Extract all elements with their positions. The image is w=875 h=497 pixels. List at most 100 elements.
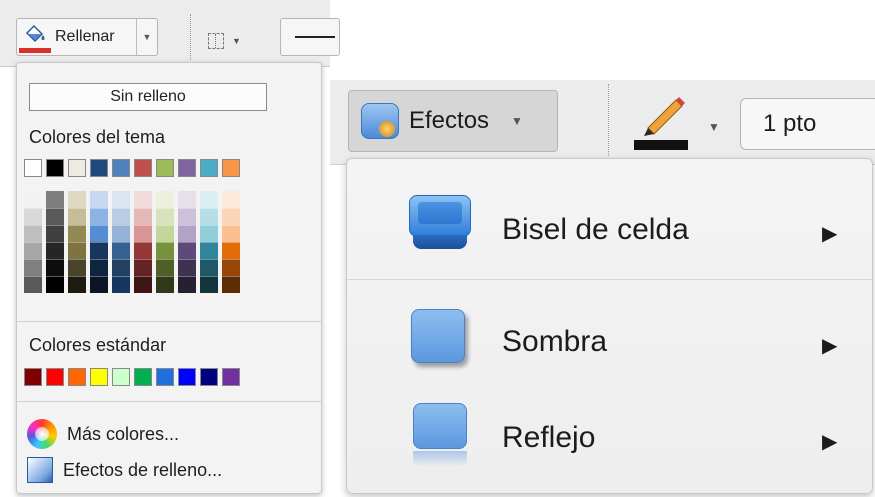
theme-shade-swatch[interactable] [134, 242, 152, 259]
theme-color-swatch[interactable] [24, 159, 42, 177]
theme-shade-swatch[interactable] [156, 225, 174, 242]
theme-shade-swatch[interactable] [90, 259, 108, 276]
theme-shade-swatch[interactable] [156, 191, 174, 208]
standard-color-swatch[interactable] [178, 368, 196, 386]
standard-color-swatch[interactable] [222, 368, 240, 386]
standard-color-swatch[interactable] [134, 368, 152, 386]
theme-shade-swatch[interactable] [90, 191, 108, 208]
theme-color-swatch[interactable] [112, 159, 130, 177]
theme-shade-swatch[interactable] [134, 225, 152, 242]
effects-button[interactable]: Efectos ▼ [348, 90, 558, 152]
theme-shade-swatch[interactable] [200, 276, 218, 293]
theme-shade-swatch[interactable] [24, 242, 42, 259]
theme-shade-swatch[interactable] [134, 276, 152, 293]
theme-shade-swatch[interactable] [156, 276, 174, 293]
fill-dropdown-arrow[interactable]: ▼ [136, 19, 157, 55]
theme-shade-swatch[interactable] [222, 242, 240, 259]
theme-shade-swatch[interactable] [200, 225, 218, 242]
standard-color-swatch[interactable] [112, 368, 130, 386]
standard-color-swatch[interactable] [68, 368, 86, 386]
theme-shade-swatch[interactable] [156, 259, 174, 276]
theme-shade-swatch[interactable] [112, 259, 130, 276]
theme-color-swatch[interactable] [134, 159, 152, 177]
theme-shade-swatch[interactable] [200, 191, 218, 208]
theme-shade-swatch[interactable] [112, 208, 130, 225]
theme-shade-swatch[interactable] [46, 242, 64, 259]
theme-shade-swatch[interactable] [112, 191, 130, 208]
theme-shade-column [68, 191, 86, 293]
fill-button[interactable]: Rellenar ▼ [16, 18, 158, 56]
theme-shade-swatch[interactable] [46, 276, 64, 293]
theme-shade-swatch[interactable] [24, 259, 42, 276]
theme-shade-swatch[interactable] [222, 208, 240, 225]
cell-bevel-icon [409, 195, 471, 255]
theme-shade-swatch[interactable] [90, 208, 108, 225]
theme-shade-swatch[interactable] [112, 242, 130, 259]
theme-shade-swatch[interactable] [112, 225, 130, 242]
theme-shade-swatch[interactable] [222, 276, 240, 293]
line-color-button[interactable]: ▼ [630, 92, 720, 152]
line-style-button[interactable] [280, 18, 340, 56]
theme-shade-swatch[interactable] [178, 259, 196, 276]
fill-effects-item[interactable]: Efectos de relleno... [27, 457, 222, 483]
theme-shade-swatch[interactable] [90, 242, 108, 259]
more-colors-item[interactable]: Más colores... [27, 419, 179, 449]
theme-shade-swatch[interactable] [68, 242, 86, 259]
theme-shade-swatch[interactable] [68, 208, 86, 225]
pencil-icon [644, 97, 685, 136]
effects-toolbar: Efectos ▼ ▼ 1 pto [330, 80, 875, 165]
theme-color-swatch[interactable] [68, 159, 86, 177]
theme-color-swatch[interactable] [222, 159, 240, 177]
theme-shade-swatch[interactable] [178, 191, 196, 208]
theme-shade-swatch[interactable] [178, 225, 196, 242]
theme-shade-swatch[interactable] [68, 276, 86, 293]
theme-shade-swatch[interactable] [200, 259, 218, 276]
theme-shade-swatch[interactable] [46, 259, 64, 276]
theme-shade-swatch[interactable] [112, 276, 130, 293]
theme-shade-swatch[interactable] [24, 276, 42, 293]
theme-shade-swatch[interactable] [156, 208, 174, 225]
theme-shade-swatch[interactable] [134, 259, 152, 276]
theme-shade-swatch[interactable] [200, 208, 218, 225]
no-fill-button[interactable]: Sin relleno [29, 83, 267, 111]
standard-color-swatch[interactable] [90, 368, 108, 386]
borders-button[interactable]: ▼ [208, 28, 254, 54]
theme-shade-swatch[interactable] [90, 225, 108, 242]
theme-shade-swatch[interactable] [178, 276, 196, 293]
theme-color-swatch[interactable] [178, 159, 196, 177]
theme-shade-swatch[interactable] [24, 225, 42, 242]
reflection-item[interactable]: Reflejo ▶ [347, 399, 874, 479]
standard-color-swatch[interactable] [200, 368, 218, 386]
theme-color-swatch[interactable] [200, 159, 218, 177]
line-weight-field[interactable]: 1 pto [740, 98, 875, 150]
theme-shade-column [178, 191, 196, 293]
theme-shade-swatch[interactable] [46, 225, 64, 242]
cell-bevel-item[interactable]: Bisel de celda ▶ [347, 177, 874, 257]
theme-color-swatch[interactable] [156, 159, 174, 177]
standard-color-swatch[interactable] [46, 368, 64, 386]
theme-color-swatch[interactable] [90, 159, 108, 177]
theme-shade-swatch[interactable] [134, 208, 152, 225]
theme-shade-swatch[interactable] [134, 191, 152, 208]
theme-color-swatch[interactable] [46, 159, 64, 177]
theme-shade-swatch[interactable] [178, 242, 196, 259]
theme-shade-swatch[interactable] [68, 259, 86, 276]
theme-shade-swatch[interactable] [222, 259, 240, 276]
theme-shade-swatch[interactable] [222, 225, 240, 242]
theme-shade-swatch[interactable] [222, 191, 240, 208]
theme-shade-swatch[interactable] [24, 208, 42, 225]
reflection-label: Reflejo [502, 421, 596, 454]
theme-shades-grid [24, 191, 240, 293]
shadow-item[interactable]: Sombra ▶ [347, 309, 874, 389]
standard-color-swatch[interactable] [156, 368, 174, 386]
standard-color-swatch[interactable] [24, 368, 42, 386]
theme-shade-swatch[interactable] [68, 225, 86, 242]
theme-shade-swatch[interactable] [200, 242, 218, 259]
theme-shade-swatch[interactable] [46, 208, 64, 225]
theme-shade-swatch[interactable] [90, 276, 108, 293]
theme-shade-swatch[interactable] [156, 242, 174, 259]
theme-shade-swatch[interactable] [46, 191, 64, 208]
theme-shade-swatch[interactable] [68, 191, 86, 208]
theme-shade-swatch[interactable] [24, 191, 42, 208]
theme-shade-swatch[interactable] [178, 208, 196, 225]
